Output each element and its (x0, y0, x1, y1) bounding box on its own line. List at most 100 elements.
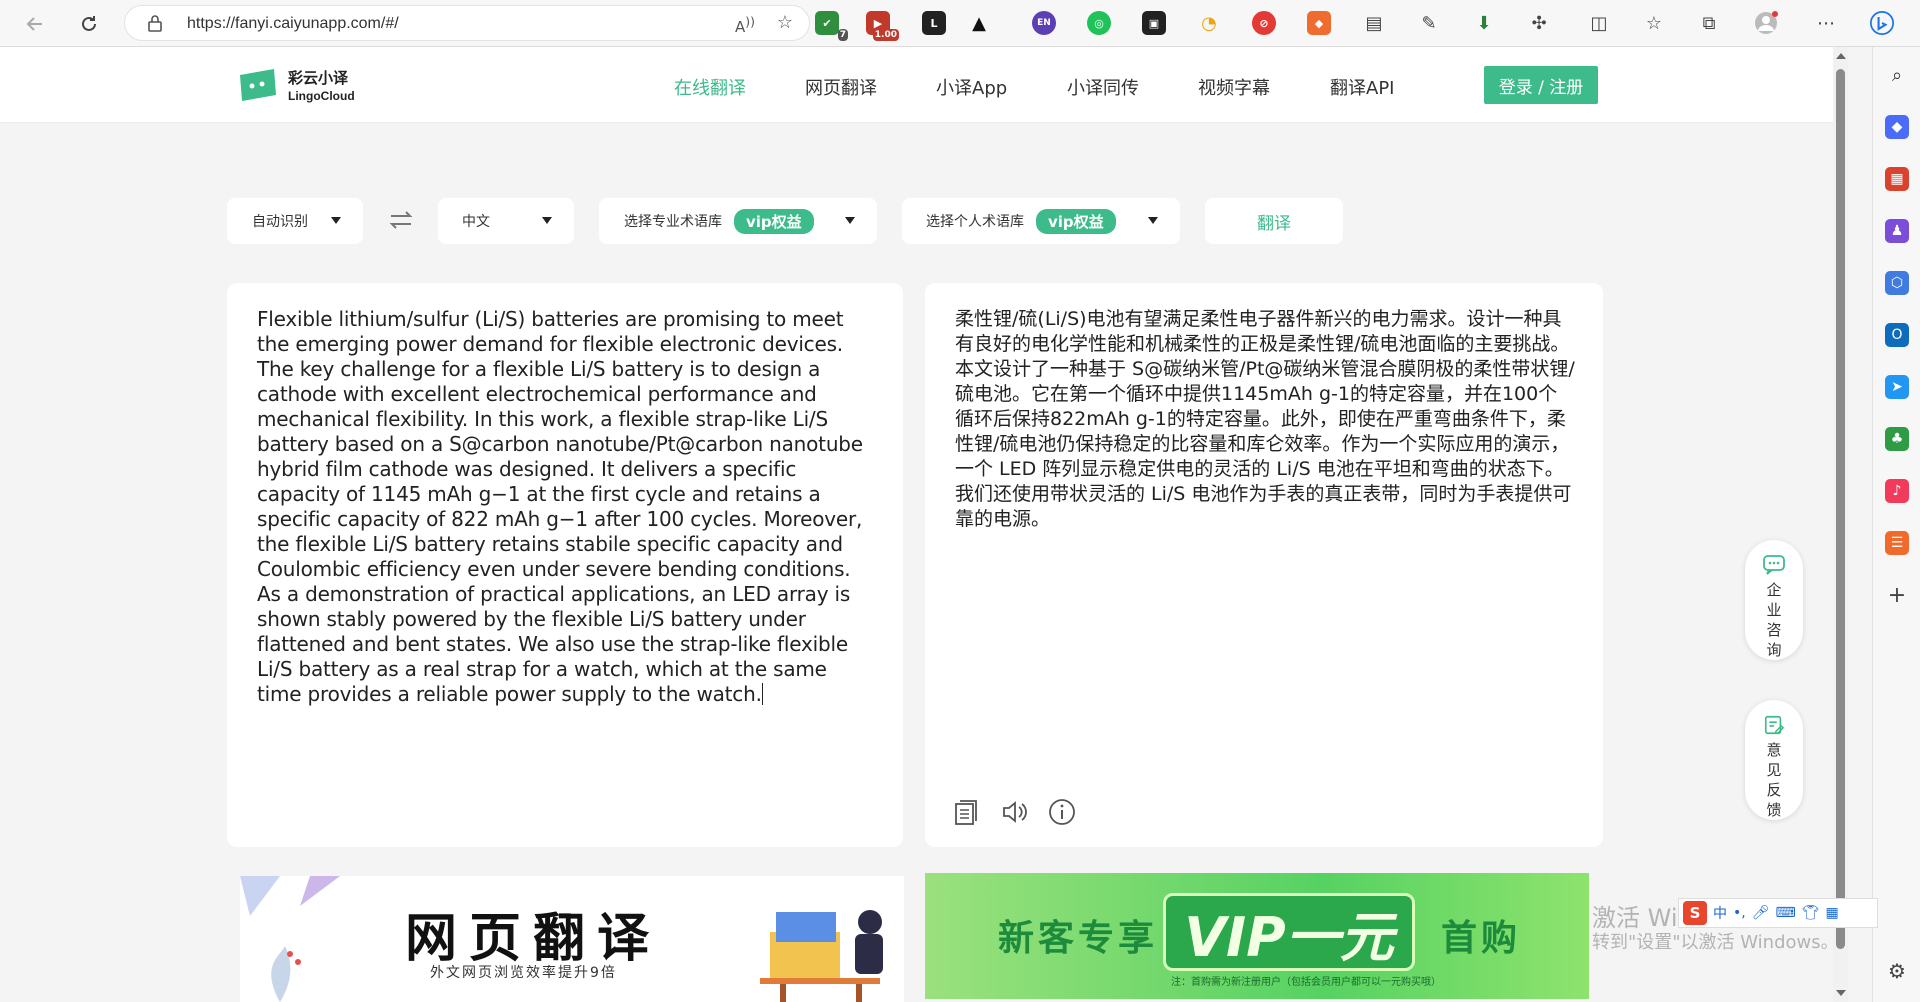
scroll-up-icon[interactable] (1836, 53, 1846, 59)
ime-toolbox-icon[interactable]: ▦ (1826, 905, 1839, 921)
first-purchase-text: 首购 (1441, 918, 1522, 959)
green-circle-extension-icon[interactable]: ◎ (1087, 11, 1111, 35)
decor-leaves-icon (240, 876, 340, 1002)
ime-toolbar[interactable]: S 中 •, 🎤︎ ⌨ 👕︎ ▦ (1678, 898, 1878, 928)
outlook-icon[interactable]: O (1885, 323, 1909, 347)
translate-button[interactable]: 翻译 (1205, 198, 1343, 244)
ime-language-toggle[interactable]: 中 (1713, 903, 1727, 923)
music-icon[interactable]: ♪ (1885, 479, 1909, 503)
profile-avatar-icon[interactable] (1754, 11, 1778, 35)
edge-sidebar: ⌕ ◆ ▦ ♟ ⬡ O ➤ ♣ ♪ ☰ + ⚙ (1872, 47, 1920, 1002)
en-extension-icon[interactable]: EN (1032, 11, 1056, 35)
back-button[interactable] (20, 9, 50, 39)
scroll-down-icon[interactable] (1836, 990, 1846, 996)
edit-icon[interactable]: ✎ (1417, 11, 1441, 35)
vip-one-yuan-banner[interactable]: 新客专享 VIP一元 首购 注：首购需为新注册用户（包括会员用户都可以一元购买哦… (925, 873, 1589, 999)
source-text-panel[interactable]: Flexible lithium/sulfur (Li/S) batteries… (227, 283, 903, 847)
settings-gear-icon[interactable]: ⚙ (1885, 959, 1909, 983)
sogou-ime-icon[interactable]: S (1683, 901, 1707, 925)
extensions-puzzle-icon[interactable]: ✣ (1527, 11, 1551, 35)
favorite-add-icon[interactable]: ☆ (777, 12, 793, 33)
vip-one-yuan-text: VIP一元 (1163, 893, 1415, 971)
orbit-extension-icon[interactable]: ◔ (1197, 11, 1221, 35)
bing-copilot-icon[interactable] (1870, 11, 1894, 35)
chat-bubble-icon (1763, 555, 1785, 575)
ime-skin-icon[interactable]: 👕︎ (1802, 905, 1820, 921)
feedback-edit-icon (1764, 715, 1785, 735)
source-language-select[interactable]: 自动识别 (227, 198, 363, 244)
browser-toolbar: https://fanyi.caiyunapp.com/#/ A)) ☆ ✔ 7 … (0, 0, 1920, 47)
personal-glossary-select[interactable]: 选择个人术语库 vip权益 (902, 198, 1180, 244)
source-language-label: 自动识别 (252, 214, 308, 230)
shield-extension-icon[interactable]: ✔ 7 (815, 11, 848, 41)
vip-badge: vip权益 (1036, 208, 1116, 234)
new-customer-text: 新客专享 (998, 918, 1159, 959)
send-icon[interactable]: ➤ (1885, 375, 1909, 399)
split-screen-icon[interactable]: ◫ (1587, 11, 1611, 35)
chevron-down-icon (542, 217, 552, 224)
enterprise-consult-button[interactable]: 企业咨询 (1745, 540, 1803, 660)
notes-icon[interactable]: ☰ (1885, 531, 1909, 555)
chevron-down-icon (331, 217, 341, 224)
read-aloud-icon[interactable]: A)) (735, 14, 755, 36)
tree-icon[interactable]: ♣ (1885, 427, 1909, 451)
pro-glossary-select[interactable]: 选择专业术语库 vip权益 (599, 198, 877, 244)
more-menu-icon[interactable]: ⋯ (1814, 11, 1838, 35)
collections-icon[interactable]: ⧉ (1697, 11, 1721, 35)
game-extension-icon[interactable]: ▣ (1142, 11, 1166, 35)
info-icon[interactable] (1047, 797, 1077, 827)
speaker-icon[interactable] (999, 797, 1029, 827)
site-header: 彩云小译 LingoCloud 在线翻译 网页翻译 小译App 小译同传 视频字… (0, 47, 1833, 123)
nav-app[interactable]: 小译App (936, 74, 1007, 100)
back-arrow-icon (26, 17, 42, 31)
download-extension-icon[interactable]: ⬇ (1472, 11, 1496, 35)
scrollbar-thumb[interactable] (1836, 69, 1845, 949)
nav-simultaneous[interactable]: 小译同传 (1067, 74, 1139, 100)
brave-shield-extension-icon[interactable]: ◆ (1307, 11, 1331, 35)
copy-document-icon[interactable] (951, 797, 981, 827)
games-icon[interactable]: ♟ (1885, 219, 1909, 243)
ime-microphone-icon[interactable]: 🎤︎ (1752, 905, 1770, 921)
nav-video-subtitles[interactable]: 视频字幕 (1198, 74, 1270, 100)
nav-api[interactable]: 翻译API (1330, 74, 1394, 100)
vip-note-text: 注：首购需为新注册用户（包括会员用户都可以一元购买哦） (1171, 977, 1441, 988)
tag-icon[interactable]: ◆ (1885, 115, 1909, 139)
feedback-label: 意见反馈 (1766, 741, 1782, 819)
ime-keyboard-icon[interactable]: ⌨ (1776, 905, 1796, 921)
feedback-button[interactable]: 意见反馈 (1745, 700, 1803, 820)
nav-online-translate[interactable]: 在线翻译 (674, 74, 746, 100)
favorites-icon[interactable]: ☆ (1642, 11, 1666, 35)
pro-glossary-label: 选择专业术语库 (624, 214, 722, 230)
ime-punctuation-icon[interactable]: •, (1733, 905, 1746, 921)
vip-badge: vip权益 (734, 208, 814, 234)
block-extension-icon[interactable]: ⊘ (1252, 11, 1276, 35)
web-translate-banner-title: 网页翻译 (405, 909, 662, 969)
activate-windows-hint: 转到"设置"以激活 Windows。 (1592, 932, 1839, 953)
web-translate-banner[interactable]: 网页翻译 外文网页浏览效率提升9倍 (240, 876, 904, 1002)
target-language-select[interactable]: 中文 (438, 198, 574, 244)
bird-extension-icon[interactable]: ▲ (967, 11, 991, 35)
url-text[interactable]: https://fanyi.caiyunapp.com/#/ (187, 15, 399, 33)
collections-list-icon[interactable]: ▤ (1362, 11, 1386, 35)
swap-languages-icon[interactable] (388, 208, 414, 232)
page-scrollbar[interactable] (1833, 47, 1848, 1002)
person-at-desk-illustration-icon (760, 910, 883, 1002)
toolbox-icon[interactable]: ▦ (1885, 167, 1909, 191)
refresh-button[interactable] (74, 9, 104, 39)
nav-web-translate[interactable]: 网页翻译 (805, 74, 877, 100)
login-register-button[interactable]: 登录 / 注册 (1484, 66, 1598, 104)
copilot-hex-icon[interactable]: ⬡ (1885, 271, 1909, 295)
lingocloud-logo-icon[interactable] (238, 65, 278, 105)
logo-en-text: LingoCloud (288, 89, 355, 103)
translation-panel: 柔性锂/硫(Li/S)电池有望满足柔性电子器件新兴的电力需求。设计一种具有良好的… (925, 283, 1603, 847)
address-bar[interactable]: https://fanyi.caiyunapp.com/#/ A)) ☆ (124, 5, 810, 41)
add-icon[interactable]: + (1885, 583, 1909, 608)
target-language-label: 中文 (462, 214, 490, 230)
lock-icon (147, 14, 163, 36)
refresh-icon (82, 16, 96, 31)
search-icon[interactable]: ⌕ (1885, 63, 1909, 87)
video-extension-icon[interactable]: ▶ 1.00 (866, 11, 899, 41)
text-cursor (761, 683, 763, 705)
l-extension-icon[interactable]: L (922, 11, 946, 35)
source-textarea[interactable]: Flexible lithium/sulfur (Li/S) batteries… (257, 307, 877, 707)
